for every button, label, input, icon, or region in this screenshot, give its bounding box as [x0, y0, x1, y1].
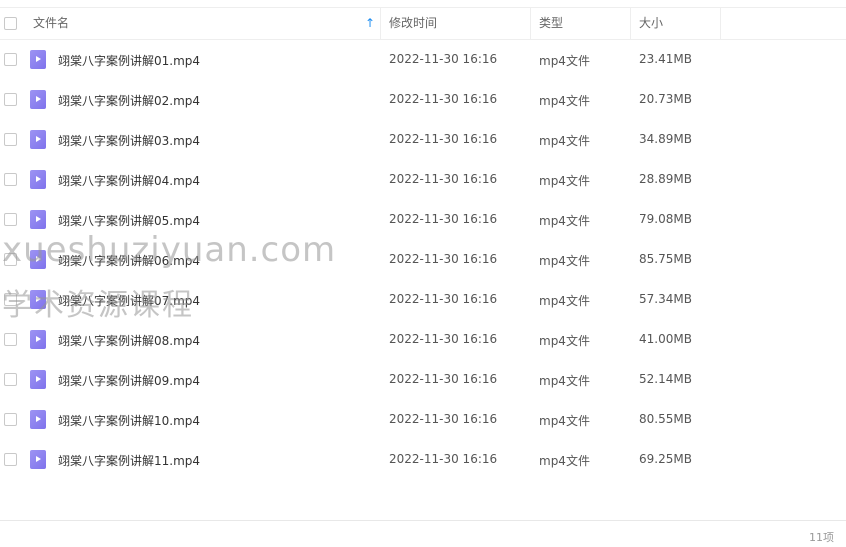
- file-size: 57.34MB: [639, 292, 692, 306]
- file-list-header: 文件名 ↑ 修改时间 类型 大小: [0, 7, 846, 40]
- file-modified-time: 2022-11-30 16:16: [389, 412, 498, 426]
- file-type: mp4文件: [539, 174, 590, 188]
- column-header-name[interactable]: 文件名: [33, 8, 69, 39]
- column-divider[interactable]: [630, 8, 631, 39]
- file-name[interactable]: 翊棠八字案例讲解08.mp4: [58, 332, 200, 349]
- file-modified-time: 2022-11-30 16:16: [389, 252, 498, 266]
- file-modified-time: 2022-11-30 16:16: [389, 372, 498, 386]
- file-modified-time: 2022-11-30 16:16: [389, 452, 498, 466]
- row-checkbox[interactable]: [4, 93, 17, 106]
- file-size: 34.89MB: [639, 132, 692, 146]
- row-checkbox[interactable]: [4, 293, 17, 306]
- file-name[interactable]: 翊棠八字案例讲解10.mp4: [58, 412, 200, 429]
- file-row[interactable]: 翊棠八字案例讲解05.mp4 2022-11-30 16:16 mp4文件 79.08…: [0, 200, 846, 240]
- row-checkbox[interactable]: [4, 173, 17, 186]
- file-modified-time: 2022-11-30 16:16: [389, 52, 498, 66]
- file-name[interactable]: 翊棠八字案例讲解01.mp4: [58, 52, 200, 69]
- video-file-icon: [30, 170, 46, 189]
- file-type: mp4文件: [539, 214, 590, 228]
- column-header-size[interactable]: 大小: [639, 8, 663, 39]
- file-size: 20.73MB: [639, 92, 692, 106]
- row-checkbox[interactable]: [4, 253, 17, 266]
- file-size: 69.25MB: [639, 452, 692, 466]
- file-row[interactable]: 翊棠八字案例讲解04.mp4 2022-11-30 16:16 mp4文件 28.89…: [0, 160, 846, 200]
- file-type: mp4文件: [539, 414, 590, 428]
- file-size: 23.41MB: [639, 52, 692, 66]
- file-size: 52.14MB: [639, 372, 692, 386]
- file-name[interactable]: 翊棠八字案例讲解06.mp4: [58, 252, 200, 269]
- video-file-icon: [30, 450, 46, 469]
- column-divider[interactable]: [380, 8, 381, 39]
- row-checkbox[interactable]: [4, 413, 17, 426]
- file-modified-time: 2022-11-30 16:16: [389, 172, 498, 186]
- file-size: 28.89MB: [639, 172, 692, 186]
- file-type: mp4文件: [539, 94, 590, 108]
- video-file-icon: [30, 370, 46, 389]
- file-name[interactable]: 翊棠八字案例讲解02.mp4: [58, 92, 200, 109]
- file-size: 85.75MB: [639, 252, 692, 266]
- file-size: 41.00MB: [639, 332, 692, 346]
- file-row[interactable]: 翊棠八字案例讲解02.mp4 2022-11-30 16:16 mp4文件 20.73…: [0, 80, 846, 120]
- file-modified-time: 2022-11-30 16:16: [389, 132, 498, 146]
- file-type: mp4文件: [539, 54, 590, 68]
- file-type: mp4文件: [539, 334, 590, 348]
- select-all-checkbox[interactable]: [4, 17, 17, 30]
- video-file-icon: [30, 50, 46, 69]
- file-name[interactable]: 翊棠八字案例讲解07.mp4: [58, 292, 200, 309]
- column-divider[interactable]: [530, 8, 531, 39]
- item-count: 11项: [809, 531, 834, 544]
- column-divider[interactable]: [720, 8, 721, 39]
- row-checkbox[interactable]: [4, 333, 17, 346]
- file-type: mp4文件: [539, 254, 590, 268]
- file-row[interactable]: 翊棠八字案例讲解10.mp4 2022-11-30 16:16 mp4文件 80.55…: [0, 400, 846, 440]
- file-modified-time: 2022-11-30 16:16: [389, 92, 498, 106]
- file-name[interactable]: 翊棠八字案例讲解04.mp4: [58, 172, 200, 189]
- column-header-type[interactable]: 类型: [539, 8, 563, 39]
- file-name[interactable]: 翊棠八字案例讲解03.mp4: [58, 132, 200, 149]
- file-row[interactable]: 翊棠八字案例讲解09.mp4 2022-11-30 16:16 mp4文件 52.14…: [0, 360, 846, 400]
- file-list: 翊棠八字案例讲解01.mp4 2022-11-30 16:16 mp4文件 23.41…: [0, 40, 846, 480]
- file-row[interactable]: 翊棠八字案例讲解11.mp4 2022-11-30 16:16 mp4文件 69.25…: [0, 440, 846, 480]
- row-checkbox[interactable]: [4, 53, 17, 66]
- video-file-icon: [30, 330, 46, 349]
- row-checkbox[interactable]: [4, 133, 17, 146]
- video-file-icon: [30, 410, 46, 429]
- row-checkbox[interactable]: [4, 213, 17, 226]
- video-file-icon: [30, 290, 46, 309]
- row-checkbox[interactable]: [4, 373, 17, 386]
- column-header-mtime[interactable]: 修改时间: [389, 8, 437, 39]
- file-row[interactable]: 翊棠八字案例讲解03.mp4 2022-11-30 16:16 mp4文件 34.89…: [0, 120, 846, 160]
- file-type: mp4文件: [539, 454, 590, 468]
- video-file-icon: [30, 130, 46, 149]
- file-row[interactable]: 翊棠八字案例讲解01.mp4 2022-11-30 16:16 mp4文件 23.41…: [0, 40, 846, 80]
- file-name[interactable]: 翊棠八字案例讲解09.mp4: [58, 372, 200, 389]
- file-row[interactable]: 翊棠八字案例讲解07.mp4 2022-11-30 16:16 mp4文件 57.34…: [0, 280, 846, 320]
- status-bar: 11项: [0, 520, 846, 547]
- file-type: mp4文件: [539, 294, 590, 308]
- file-size: 80.55MB: [639, 412, 692, 426]
- file-row[interactable]: 翊棠八字案例讲解06.mp4 2022-11-30 16:16 mp4文件 85.75…: [0, 240, 846, 280]
- file-modified-time: 2022-11-30 16:16: [389, 332, 498, 346]
- video-file-icon: [30, 250, 46, 269]
- sort-ascending-icon[interactable]: ↑: [365, 8, 375, 39]
- video-file-icon: [30, 210, 46, 229]
- row-checkbox[interactable]: [4, 453, 17, 466]
- file-type: mp4文件: [539, 134, 590, 148]
- file-name[interactable]: 翊棠八字案例讲解11.mp4: [58, 452, 200, 469]
- file-row[interactable]: 翊棠八字案例讲解08.mp4 2022-11-30 16:16 mp4文件 41.00…: [0, 320, 846, 360]
- video-file-icon: [30, 90, 46, 109]
- file-modified-time: 2022-11-30 16:16: [389, 212, 498, 226]
- file-name[interactable]: 翊棠八字案例讲解05.mp4: [58, 212, 200, 229]
- file-modified-time: 2022-11-30 16:16: [389, 292, 498, 306]
- file-size: 79.08MB: [639, 212, 692, 226]
- file-type: mp4文件: [539, 374, 590, 388]
